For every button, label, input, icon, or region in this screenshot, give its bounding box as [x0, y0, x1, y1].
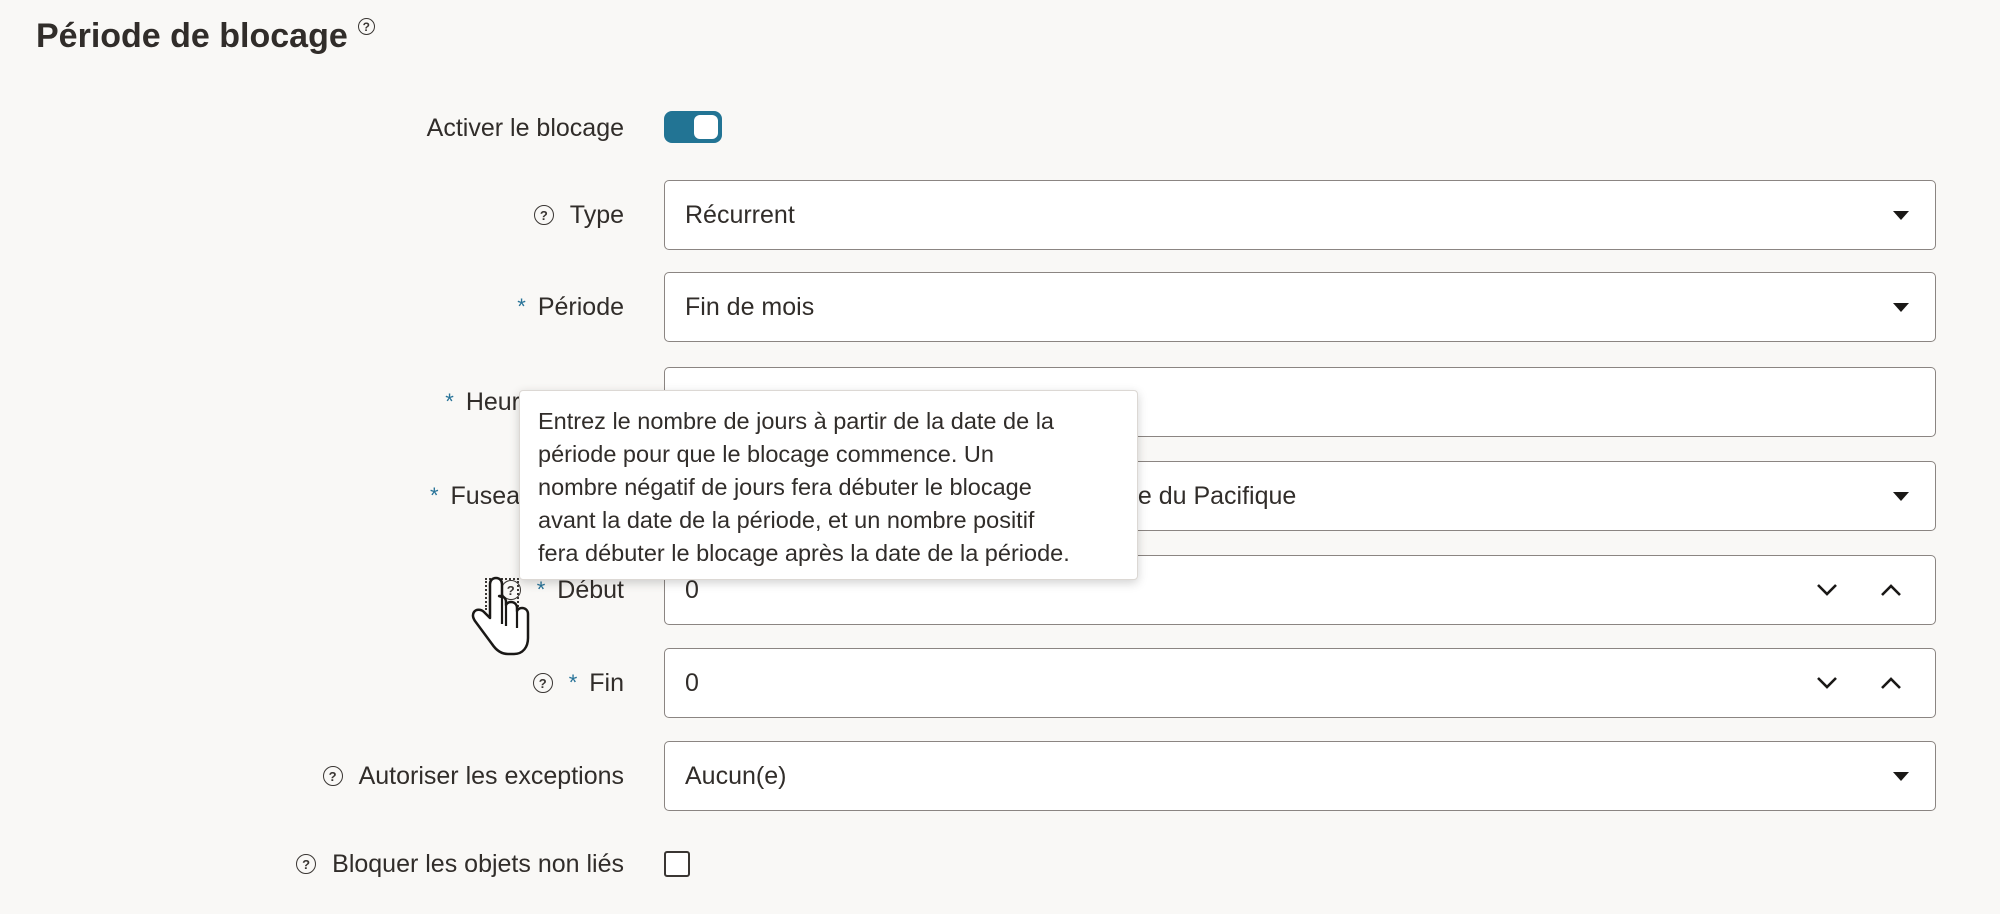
chevron-down-icon[interactable]	[1807, 663, 1847, 703]
type-row: ? Type Récurrent	[0, 180, 2000, 250]
enable-label: Activer le blocage	[426, 113, 624, 142]
question-circle-icon[interactable]: ?	[357, 18, 375, 35]
required-marker: *	[445, 389, 454, 414]
type-label: Type	[569, 200, 624, 229]
timezone-value: tée du Pacifique	[1117, 481, 1297, 510]
unlinked-label-area: ? Bloquer les objets non liés	[296, 844, 624, 884]
end-number-input[interactable]: 0	[664, 648, 1936, 718]
exceptions-label-area: ? Autoriser les exceptions	[322, 741, 624, 811]
enable-row: Activer le blocage	[0, 108, 2000, 148]
required-marker: *	[429, 483, 439, 508]
required-marker: *	[517, 294, 526, 319]
unlinked-label: Bloquer les objets non liés	[332, 849, 624, 878]
tooltip-line: période pour que le blocage commence. Un	[538, 441, 994, 467]
hour-label-area: * Heur	[445, 367, 520, 437]
tooltip-line: fera débuter le blocage après la date de…	[538, 540, 1070, 566]
period-label-area: * Période	[517, 272, 624, 342]
hand-cursor-icon	[471, 576, 530, 656]
unlinked-checkbox[interactable]	[664, 851, 690, 877]
page-title: Période de blocage	[36, 17, 348, 55]
timezone-label: Fusea	[450, 481, 520, 510]
type-label-area: ? Type	[533, 180, 624, 250]
chevron-down-icon[interactable]	[1807, 570, 1847, 610]
chevron-up-icon[interactable]	[1871, 570, 1911, 610]
timezone-label-area: * Fusea	[430, 461, 520, 531]
period-value: Fin de mois	[685, 292, 815, 321]
period-label: Période	[537, 292, 624, 321]
caret-down-icon[interactable]	[1893, 210, 1909, 220]
required-marker: *	[536, 577, 546, 602]
unlinked-row: ? Bloquer les objets non liés	[0, 844, 2000, 884]
question-circle-icon[interactable]: ?	[533, 205, 554, 225]
type-value: Récurrent	[685, 200, 795, 229]
enable-toggle[interactable]	[664, 111, 722, 143]
exceptions-row: ? Autoriser les exceptions Aucun(e)	[0, 741, 2000, 811]
tooltip-line: Entrez le nombre de jours à partir de la…	[538, 408, 1054, 434]
chevron-up-icon[interactable]	[1871, 663, 1911, 703]
question-circle-icon[interactable]: ?	[296, 854, 317, 874]
end-label: Fin	[589, 668, 624, 697]
tooltip-line: avant la date de la période, et un nombr…	[538, 507, 1035, 533]
type-select[interactable]: Récurrent	[664, 180, 1936, 250]
period-row: * Période Fin de mois	[0, 272, 2000, 342]
period-select[interactable]: Fin de mois	[664, 272, 1936, 342]
enable-label-area: Activer le blocage	[427, 110, 624, 146]
exceptions-label: Autoriser les exceptions	[358, 761, 624, 790]
exceptions-value: Aucun(e)	[685, 761, 787, 790]
caret-down-icon[interactable]	[1893, 771, 1909, 781]
section-header: Période de blocage ?	[36, 14, 375, 58]
end-row: ? * Fin 0	[0, 648, 2000, 718]
question-circle-icon[interactable]: ?	[532, 673, 553, 693]
required-marker: *	[568, 670, 578, 695]
hour-label: Heur	[465, 387, 520, 416]
end-value: 0	[685, 668, 699, 697]
caret-down-icon[interactable]	[1893, 302, 1909, 312]
end-label-area: ? * Fin	[532, 648, 624, 718]
help-tooltip: Entrez le nombre de jours à partir de la…	[519, 390, 1138, 580]
tooltip-line: nombre négatif de jours fera débuter le …	[538, 474, 1032, 500]
toggle-knob	[694, 115, 718, 139]
question-circle-icon[interactable]: ?	[322, 766, 343, 786]
exceptions-select[interactable]: Aucun(e)	[664, 741, 1936, 811]
caret-down-icon[interactable]	[1893, 491, 1909, 501]
